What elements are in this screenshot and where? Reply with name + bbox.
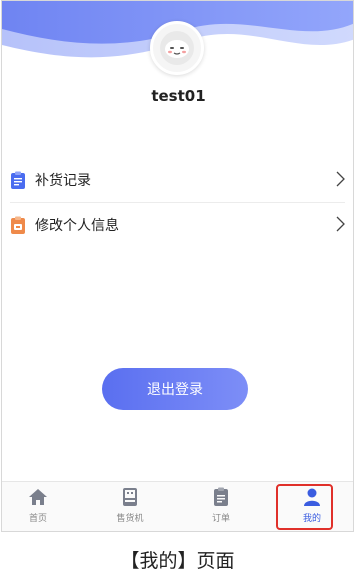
profile-card-icon	[10, 216, 26, 234]
home-icon	[27, 486, 49, 508]
chevron-right-icon	[336, 216, 345, 236]
order-icon	[210, 486, 232, 508]
tab-label: 订单	[211, 514, 230, 524]
robot-face-icon	[160, 31, 194, 65]
menu-item-edit-profile[interactable]: 修改个人信息	[2, 203, 353, 247]
username: test01	[151, 87, 206, 105]
person-icon	[301, 486, 323, 508]
tab-label: 售货机	[116, 514, 144, 524]
menu-item-restock-records[interactable]: 补货记录	[2, 158, 353, 202]
avatar[interactable]	[150, 21, 204, 75]
tab-label: 首页	[28, 514, 47, 524]
menu-item-label: 补货记录	[35, 173, 91, 189]
tab-vending-machine[interactable]: 售货机	[95, 486, 165, 528]
phone-screen: test01 补货记录 修改个人信息 退出登录 首页 售货机 订单 我的	[1, 0, 354, 532]
chevron-right-icon	[336, 171, 345, 191]
tab-orders[interactable]: 订单	[186, 486, 256, 528]
tab-mine[interactable]: 我的	[277, 486, 347, 528]
logout-button[interactable]: 退出登录	[102, 368, 248, 410]
tab-home[interactable]: 首页	[3, 486, 73, 528]
tab-label: 我的	[302, 514, 321, 524]
menu-item-label: 修改个人信息	[35, 218, 119, 234]
figure-caption: 【我的】页面	[120, 550, 235, 572]
vending-machine-icon	[119, 486, 141, 508]
clipboard-icon	[10, 171, 26, 189]
bottom-tab-bar: 首页 售货机 订单 我的	[2, 481, 353, 531]
